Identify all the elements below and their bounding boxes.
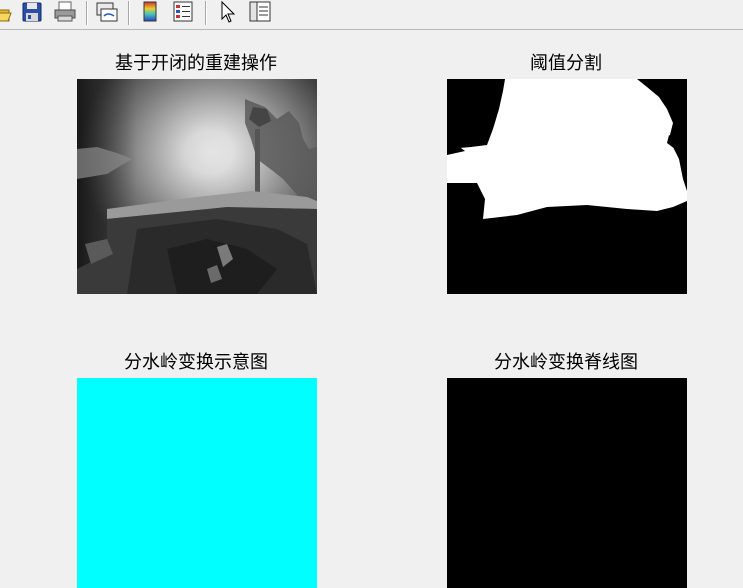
threshold-image <box>447 79 687 294</box>
watershed-ridge-image <box>447 378 687 588</box>
subplot-title-watershed: 分水岭变换示意图 <box>124 352 268 373</box>
insert-colorbar-icon[interactable] <box>140 0 162 24</box>
insert-legend-icon[interactable] <box>172 0 194 24</box>
open-file-icon[interactable] <box>0 0 12 24</box>
save-icon[interactable] <box>21 0 43 24</box>
show-plot-tools-icon[interactable] <box>248 0 271 24</box>
edit-plot-arrow-icon[interactable] <box>217 0 239 24</box>
figure-toolbar <box>0 0 743 30</box>
subplot-title-ridge: 分水岭变换脊线图 <box>494 352 638 373</box>
reconstruction-image <box>77 79 317 294</box>
subplot-title-threshold: 阈值分割 <box>530 53 602 74</box>
link-plot-icon[interactable] <box>94 0 118 24</box>
subplot-title-reconstruction: 基于开闭的重建操作 <box>115 53 277 74</box>
watershed-label-image <box>77 378 317 588</box>
print-icon[interactable] <box>54 0 76 24</box>
